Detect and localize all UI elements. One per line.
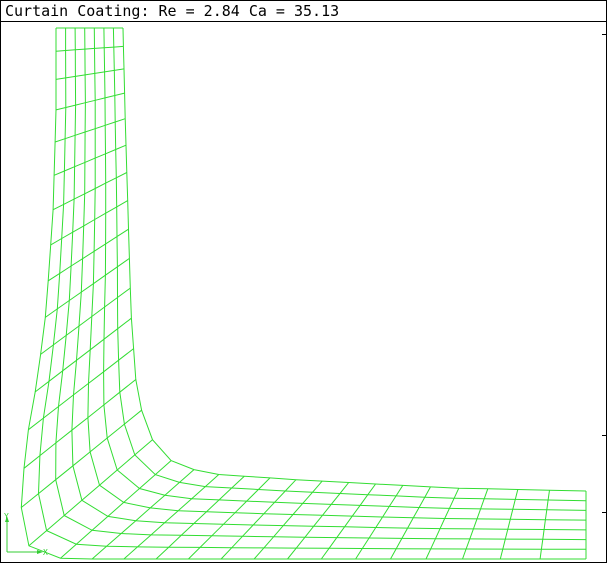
- mesh-cross-line: [499, 489, 519, 560]
- title-bar: Curtain Coating: Re = 2.84 Ca = 35.13: [1, 1, 606, 22]
- edge-tick-top: [602, 34, 606, 35]
- mesh-cross-line: [220, 479, 297, 560]
- plot-window: Curtain Coating: Re = 2.84 Ca = 35.13 Y …: [0, 0, 607, 563]
- mesh-cross-line: [320, 483, 377, 560]
- x-axis-label: X: [43, 548, 48, 557]
- axis-triad: Y X: [4, 512, 48, 557]
- mesh-cross-line: [91, 469, 195, 560]
- mesh-cross-line: [539, 490, 550, 560]
- mesh-cross-line: [155, 475, 245, 560]
- mesh-cross-line: [287, 482, 350, 560]
- mesh-streamline: [55, 27, 587, 541]
- mesh-cross-line: [55, 92, 125, 111]
- mesh-cross-line: [425, 487, 460, 560]
- mesh-streamline: [103, 27, 587, 511]
- mesh-streamline: [87, 27, 587, 521]
- window-title: Curtain Coating: Re = 2.84 Ca = 35.13: [5, 2, 340, 20]
- edge-tick-middle: [602, 435, 606, 436]
- mesh-cross-line: [355, 485, 404, 560]
- mesh-cross-line: [55, 45, 124, 52]
- curtain-coating-mesh: [20, 27, 587, 560]
- edge-tick-bottom: [602, 512, 606, 513]
- mesh-cross-line: [390, 486, 431, 560]
- mesh-cross-line: [253, 480, 323, 560]
- mesh-viewport[interactable]: Y X: [1, 22, 606, 562]
- mesh-streamline: [37, 28, 587, 550]
- mesh-cross-line: [462, 488, 489, 560]
- y-axis-label: Y: [4, 512, 9, 521]
- mesh-cross-line: [60, 460, 172, 559]
- mesh-streamline: [112, 27, 587, 502]
- mesh-streamline: [71, 27, 587, 531]
- mesh-cross-line: [55, 68, 125, 80]
- inner-boundary: [122, 27, 587, 492]
